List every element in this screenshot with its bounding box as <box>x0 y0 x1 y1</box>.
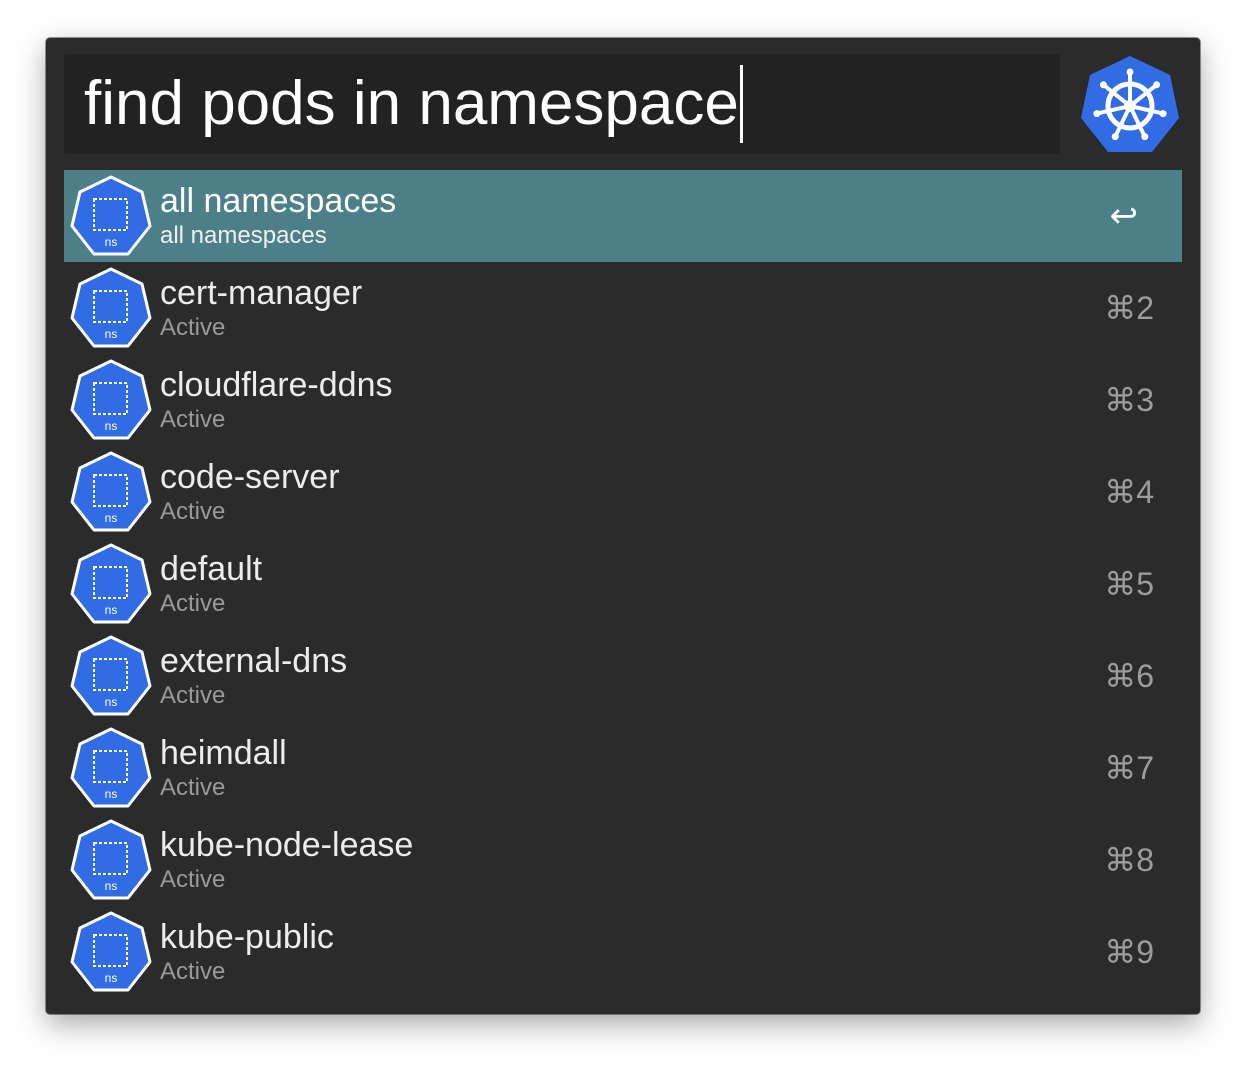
svg-text:ns: ns <box>105 327 118 341</box>
result-title: kube-node-lease <box>160 826 414 864</box>
result-title: cert-manager <box>160 274 363 312</box>
namespace-icon: ns <box>70 359 152 441</box>
result-title: cloudflare-ddns <box>160 366 393 404</box>
return-key-icon: ↩ <box>1109 197 1139 235</box>
result-row-external-dns[interactable]: ns external-dns Active ⌘6 <box>64 630 1182 722</box>
namespace-icon: ns <box>70 175 152 257</box>
result-row-default[interactable]: ns default Active ⌘5 <box>64 538 1182 630</box>
namespace-icon: ns <box>70 451 152 533</box>
namespace-icon: ns <box>70 635 152 717</box>
namespace-icon: ns <box>70 911 152 993</box>
namespace-icon: ns <box>70 543 152 625</box>
search-query-text: find pods in namespace <box>84 69 739 138</box>
result-subtitle: Active <box>160 590 226 617</box>
namespace-icon: ns <box>70 267 152 349</box>
svg-text:ns: ns <box>105 235 118 249</box>
result-subtitle: Active <box>160 774 226 801</box>
result-shortcut: ⌘5 <box>1104 566 1154 602</box>
result-title: external-dns <box>160 642 348 680</box>
result-subtitle: Active <box>160 866 226 893</box>
launcher-window: find pods in namespace ns all namespaces… <box>46 38 1200 1014</box>
svg-text:ns: ns <box>105 511 118 525</box>
namespace-icon: ns <box>70 819 152 901</box>
result-row-cert-manager[interactable]: ns cert-manager Active ⌘2 <box>64 262 1182 354</box>
svg-text:ns: ns <box>105 787 118 801</box>
result-title: default <box>160 550 263 588</box>
svg-text:ns: ns <box>105 603 118 617</box>
result-subtitle: Active <box>160 406 226 433</box>
result-shortcut: ⌘3 <box>1104 382 1154 418</box>
result-row-kube-node-lease[interactable]: ns kube-node-lease Active ⌘8 <box>64 814 1182 906</box>
svg-text:ns: ns <box>105 419 118 433</box>
result-subtitle: Active <box>160 314 226 341</box>
result-shortcut: ⌘4 <box>1104 474 1154 510</box>
result-subtitle: Active <box>160 682 226 709</box>
result-row-kube-public[interactable]: ns kube-public Active ⌘9 <box>64 906 1182 998</box>
namespace-icon: ns <box>70 727 152 809</box>
kubernetes-helm-icon <box>1078 54 1182 156</box>
svg-text:ns: ns <box>105 971 118 985</box>
search-query[interactable]: find pods in namespace <box>84 65 743 143</box>
result-row-cloudflare-ddns[interactable]: ns cloudflare-ddns Active ⌘3 <box>64 354 1182 446</box>
result-subtitle: Active <box>160 958 226 985</box>
result-shortcut: ⌘6 <box>1104 658 1154 694</box>
result-title: all namespaces <box>160 182 397 220</box>
results-list: ns all namespaces all namespaces ↩ ns ce… <box>64 170 1182 998</box>
result-subtitle: Active <box>160 498 226 525</box>
result-shortcut: ⌘8 <box>1104 842 1154 878</box>
result-title: heimdall <box>160 734 287 772</box>
result-title: kube-public <box>160 918 334 956</box>
result-subtitle: all namespaces <box>160 222 327 249</box>
text-caret <box>739 65 743 143</box>
search-input[interactable]: find pods in namespace <box>64 54 1060 154</box>
svg-text:ns: ns <box>105 879 118 893</box>
result-title: code-server <box>160 458 340 496</box>
result-shortcut: ⌘9 <box>1104 934 1154 970</box>
svg-text:ns: ns <box>105 695 118 709</box>
result-shortcut: ⌘7 <box>1104 750 1154 786</box>
result-row-heimdall[interactable]: ns heimdall Active ⌘7 <box>64 722 1182 814</box>
result-row-code-server[interactable]: ns code-server Active ⌘4 <box>64 446 1182 538</box>
result-shortcut: ⌘2 <box>1104 290 1154 326</box>
result-row-all-namespaces[interactable]: ns all namespaces all namespaces ↩ <box>64 170 1182 262</box>
